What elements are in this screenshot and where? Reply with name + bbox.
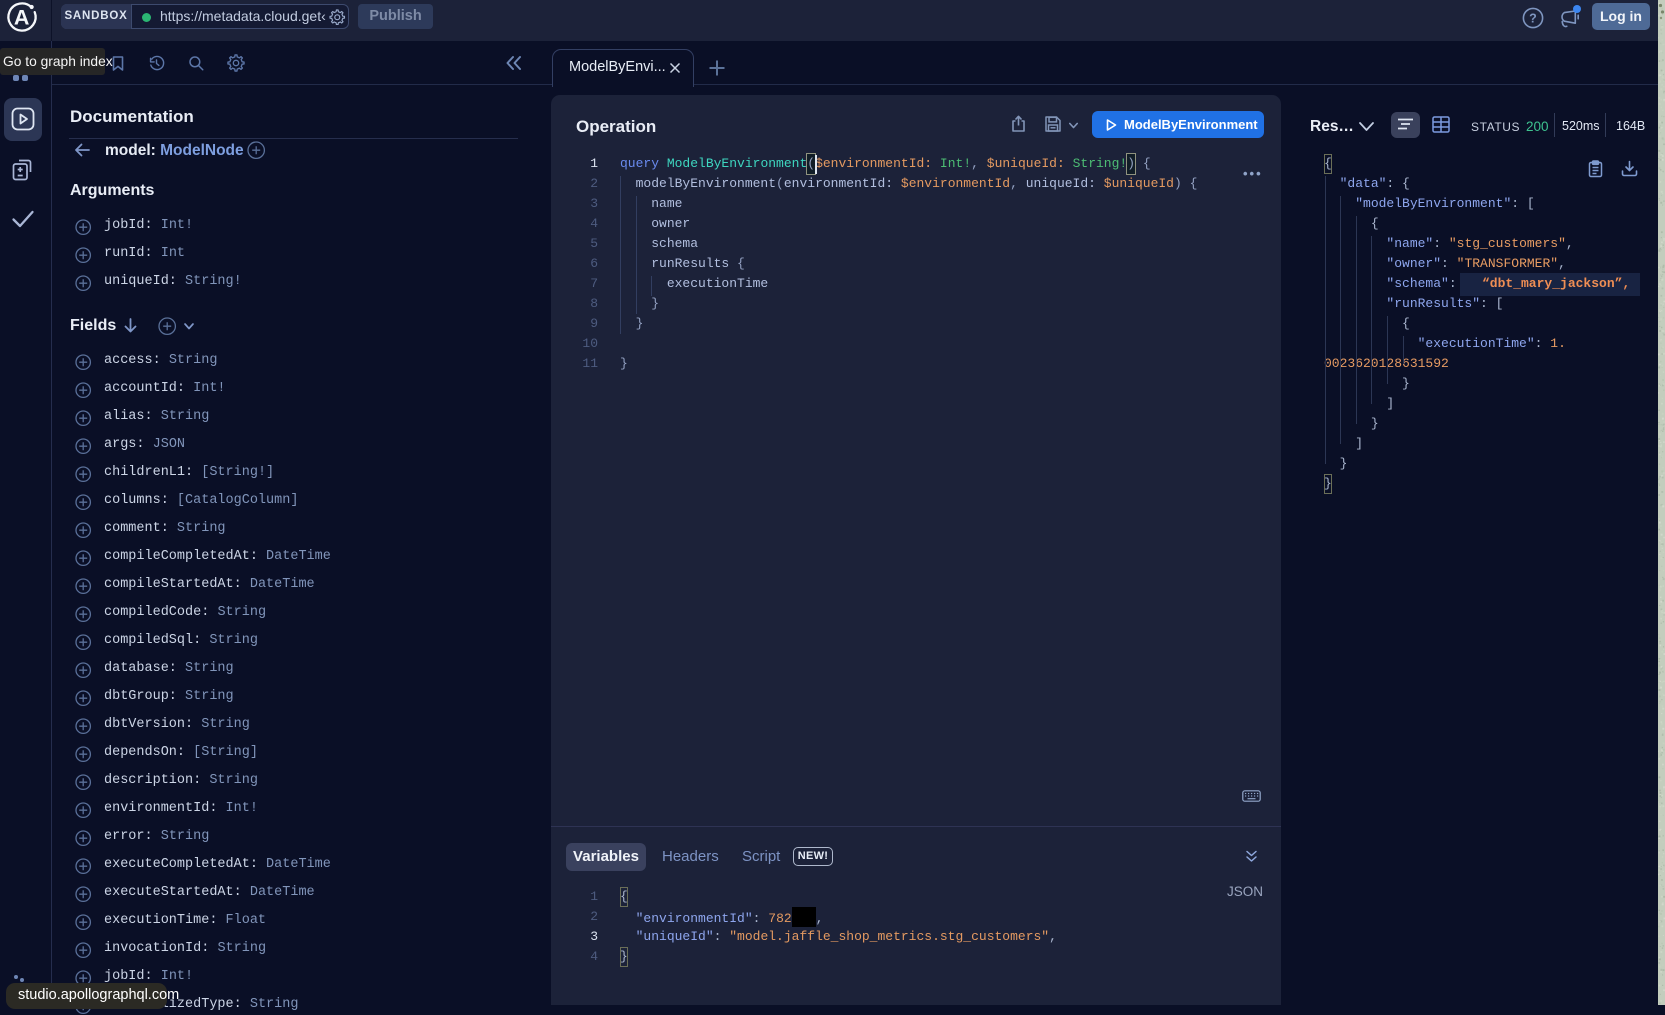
- svg-text:A: A: [14, 5, 30, 29]
- svg-text:?: ?: [1529, 12, 1537, 26]
